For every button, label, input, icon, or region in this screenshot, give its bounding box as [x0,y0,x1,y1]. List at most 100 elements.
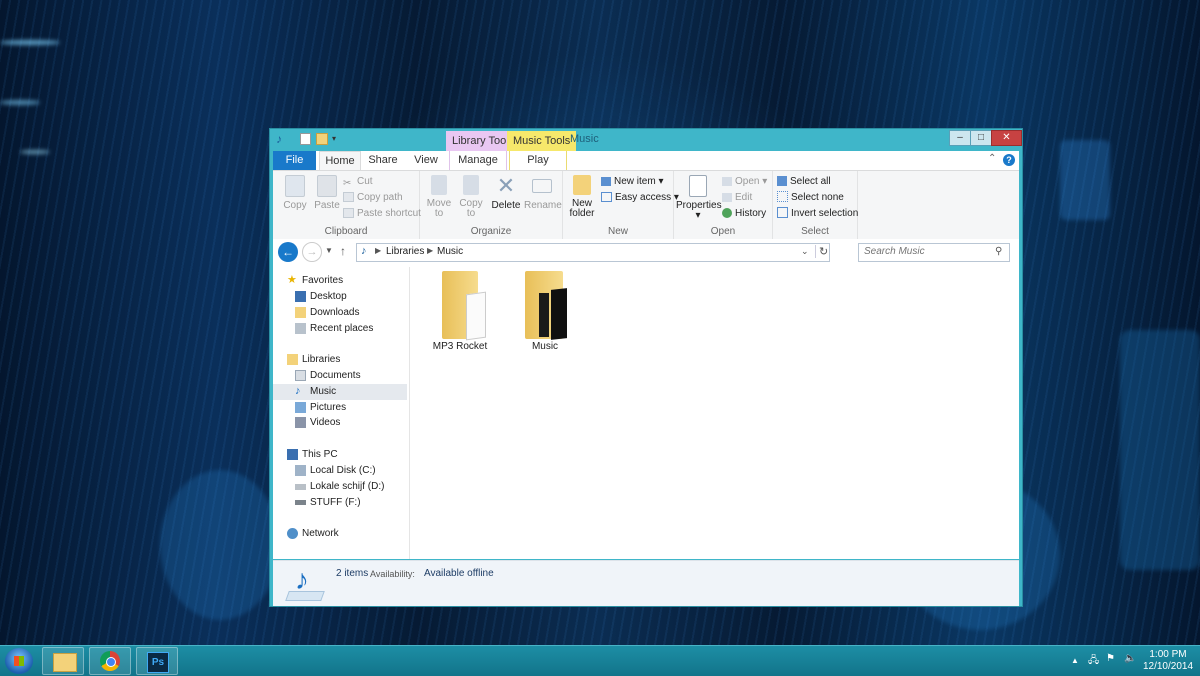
start-button[interactable] [5,648,33,674]
address-bar[interactable]: ♪ ▶ Libraries ▶ Music ⌄ ↻ [356,243,830,262]
copy-to-icon [463,175,479,195]
nav-downloads[interactable]: Downloads [273,305,407,321]
file-explorer-icon [53,653,77,672]
select-none-button[interactable]: Select none [777,191,844,205]
clock[interactable]: 1:00 PM 12/10/2014 [1140,649,1196,673]
ribbon: Copy Paste ✂ Cut Copy path Paste shortcut… [273,170,1019,240]
tab-share[interactable]: Share [363,151,403,170]
address-dropdown-icon[interactable]: ⌄ [801,246,809,257]
paste-icon [317,175,337,197]
volume-icon[interactable]: 🔈 [1124,653,1136,664]
folder-item[interactable]: MP3 Rocket [420,271,500,352]
delete-button[interactable]: ✕ Delete [490,175,522,211]
breadcrumb-music[interactable]: Music [437,246,463,257]
copy-to-button[interactable]: Copy to [456,175,486,219]
forward-button[interactable]: → [302,242,322,262]
tab-manage[interactable]: Manage [449,151,507,170]
nav-network[interactable]: Network [273,526,407,542]
nav-downloads-label: Downloads [310,307,360,318]
recent-locations-icon[interactable]: ▼ [325,246,333,255]
up-button[interactable]: ↑ [340,244,346,258]
folder-item[interactable]: Music [505,271,585,352]
photoshop-icon: Ps [147,652,169,673]
select-none-icon [777,191,788,202]
new-item-label: New item [614,176,656,187]
taskbar-chrome[interactable] [89,647,131,675]
taskbar-file-explorer[interactable] [42,647,84,675]
chevron-up-icon[interactable]: ⌃ [988,153,996,164]
select-all-button[interactable]: Select all [777,175,831,189]
nav-desktop[interactable]: Desktop [273,289,407,305]
history-icon [722,208,732,218]
nav-libraries[interactable]: Libraries [273,352,407,368]
invert-selection-label: Invert selection [791,208,859,219]
paste-button[interactable]: Paste [313,175,341,211]
search-input[interactable] [859,244,990,259]
tab-file[interactable]: File [273,151,316,170]
paste-shortcut-button[interactable]: Paste shortcut [343,207,421,221]
tab-view[interactable]: View [406,151,446,170]
easy-access-button[interactable]: Easy access ▾ [601,191,679,205]
open-group: Properties ▾ Open ▾ Edit History Open [674,171,773,239]
new-folder-quick-icon[interactable] [316,133,328,145]
chrome-icon [100,651,120,671]
customize-quick-access-icon[interactable]: ▾ [332,133,344,145]
edit-icon [722,193,732,202]
music-tools-tab: Music Tools [507,131,577,151]
nav-music[interactable]: ♪ Music [273,384,407,400]
show-hidden-icons[interactable]: ▲ [1071,656,1079,665]
nav-local-disk-c[interactable]: Local Disk (C:) [273,463,407,479]
paste-shortcut-label: Paste shortcut [357,208,421,219]
move-to-button[interactable]: Move to [424,175,454,219]
music-note-icon: ♪ [295,385,301,397]
search-icon[interactable]: ⚲ [995,246,1002,257]
nav-videos[interactable]: Videos [273,415,407,431]
easy-access-label: Easy access [615,192,672,203]
help-icon[interactable]: ? [1003,154,1015,166]
refresh-icon[interactable]: ↻ [815,245,828,258]
properties-button[interactable]: Properties ▾ [676,175,722,221]
breadcrumb-libraries[interactable]: Libraries [386,246,424,257]
invert-selection-button[interactable]: Invert selection [777,207,858,221]
availability-value: Available offline [424,568,494,579]
open-button[interactable]: Open ▾ [722,175,767,189]
nav-lokale-schijf-d[interactable]: Lokale schijf (D:) [273,479,407,495]
invert-selection-icon [777,207,788,218]
title-bar[interactable]: ♪ ▾ Library Tools Music Tools Music – □ … [270,129,1022,151]
search-box: ⚲ [858,243,1010,262]
action-center-icon[interactable]: ⚑ [1106,653,1115,664]
properties-quick-icon[interactable] [300,133,311,145]
taskbar-photoshop[interactable]: Ps [136,647,178,675]
new-item-button[interactable]: New item ▾ [601,175,664,189]
nav-pictures[interactable]: Pictures [273,400,407,416]
desktop-icon [295,291,306,302]
maximize-button[interactable]: □ [970,130,992,146]
nav-recent-places[interactable]: Recent places [273,321,407,337]
edit-button[interactable]: Edit [722,191,752,205]
minimize-button[interactable]: – [949,130,971,146]
nav-this-pc[interactable]: This PC [273,447,407,463]
organize-group: Move to Copy to ✕ Delete Rename Organize [420,171,563,239]
properties-label: Properties [676,200,722,211]
cut-button[interactable]: ✂ Cut [343,175,373,189]
network-tray-icon[interactable]: 🖧 [1088,653,1099,670]
tab-play[interactable]: Play [509,151,567,170]
back-button[interactable]: ← [278,242,298,262]
properties-icon [689,175,707,197]
nav-documents[interactable]: Documents [273,368,407,384]
drive-icon [295,484,306,490]
new-folder-button[interactable]: New folder [567,175,597,219]
pictures-icon [295,402,306,413]
copy-path-button[interactable]: Copy path [343,191,403,205]
close-button[interactable]: ✕ [991,130,1022,146]
copy-button[interactable]: Copy [281,175,309,211]
organize-group-label: Organize [470,226,512,237]
history-button[interactable]: History [722,207,766,221]
nav-stuff-f[interactable]: STUFF (F:) [273,495,407,511]
system-drive-icon [295,465,306,476]
copy-path-icon [343,192,354,202]
nav-favorites[interactable]: ★ Favorites [273,273,407,289]
rename-button[interactable]: Rename [524,175,562,211]
tab-home[interactable]: Home [319,151,361,170]
edit-label: Edit [735,192,753,203]
